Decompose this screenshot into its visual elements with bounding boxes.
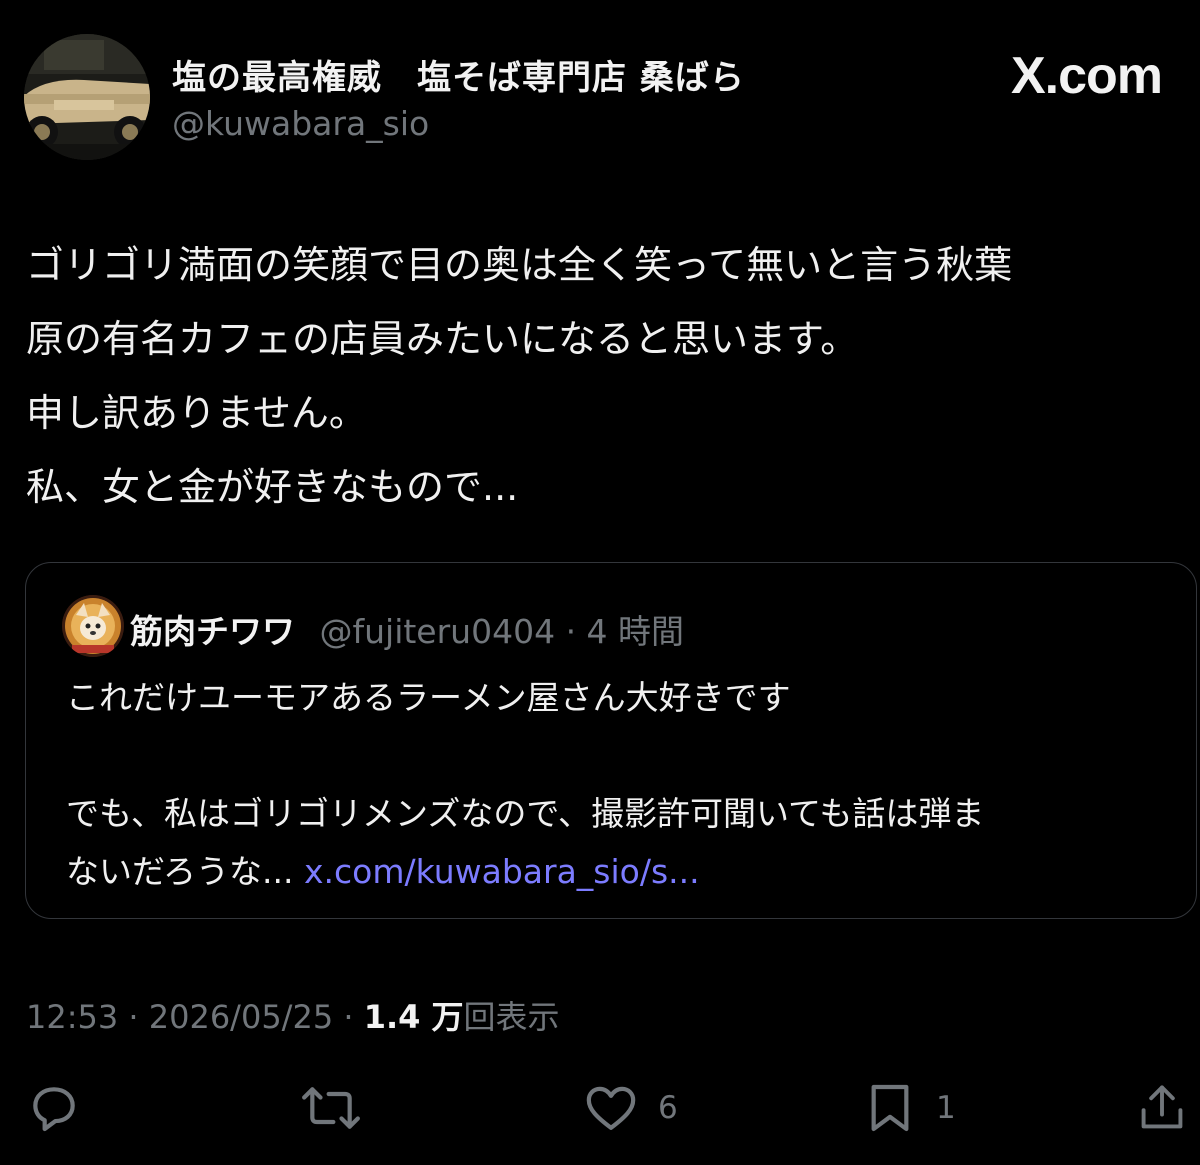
view-count: 1.4 万 xyxy=(363,998,464,1036)
author-handle[interactable]: @kuwabara_sio xyxy=(172,104,429,143)
quote-author-name[interactable]: 筋肉チワワ xyxy=(130,612,295,651)
quote-header: 筋肉チワワ @fujiteru0404 · 4 時間 xyxy=(130,605,684,653)
repost-icon xyxy=(302,1087,360,1129)
quote-text-line: でも、私はゴリゴリメンズなので、撮影許可聞いても話は弾ま xyxy=(66,794,985,833)
post-text-line: 申し訳ありません。 xyxy=(26,391,367,435)
share-icon xyxy=(1141,1085,1183,1129)
view-label: 回表示 xyxy=(463,998,560,1036)
author-display-name[interactable]: 塩の最高権威 塩そば専門店 桑ばら xyxy=(172,50,745,99)
quote-author-avatar[interactable] xyxy=(62,595,124,657)
post-time: 12:53 xyxy=(26,998,119,1036)
chihuahua-avatar-icon xyxy=(62,595,124,657)
bookmark-icon xyxy=(871,1084,909,1132)
reply-button[interactable] xyxy=(26,1078,100,1138)
post-text-line: 私、女と金が好きなもので... xyxy=(26,465,519,509)
repost-button[interactable] xyxy=(300,1078,380,1138)
post-text-line: ゴリゴリ満面の笑顔で目の奥は全く笑って無いと言う秋葉 xyxy=(26,243,1013,287)
post-meta: 12:53 · 2026/05/25 · 1.4 万回表示 xyxy=(26,992,560,1038)
like-count: 6 xyxy=(658,1090,678,1126)
heart-icon xyxy=(586,1086,636,1130)
meta-separator: · xyxy=(333,998,364,1036)
bookmark-button[interactable]: 1 xyxy=(862,1078,956,1138)
post-text: ゴリゴリ満面の笑顔で目の奥は全く笑って無いと言う秋葉 原の有名カフェの店員みたい… xyxy=(26,228,1186,524)
x-brand-logo: X.com xyxy=(1010,47,1163,105)
post-text-line: 原の有名カフェの店員みたいになると思います。 xyxy=(26,317,859,361)
quoted-post-card[interactable]: 筋肉チワワ @fujiteru0404 · 4 時間 これだけユーモアあるラーメ… xyxy=(25,562,1197,919)
post-date: 2026/05/25 xyxy=(148,998,334,1036)
action-bar: 6 1 xyxy=(0,1078,1200,1138)
quote-link[interactable]: x.com/kuwabara_sio/s... xyxy=(304,852,700,891)
like-button[interactable]: 6 xyxy=(582,1078,678,1138)
bookmark-count: 1 xyxy=(936,1090,956,1126)
vintage-car-avatar-icon xyxy=(24,34,150,160)
quote-text-line: これだけユーモアあるラーメン屋さん大好きです xyxy=(66,678,791,717)
quote-timestamp: · 4 時間 xyxy=(565,612,685,651)
author-avatar[interactable] xyxy=(24,34,150,160)
reply-icon xyxy=(33,1087,75,1132)
quote-text-line: ないだろうな... xyxy=(66,852,294,891)
share-button[interactable] xyxy=(1136,1078,1188,1138)
quote-author-handle[interactable]: @fujiteru0404 xyxy=(320,612,556,651)
meta-separator: · xyxy=(118,998,149,1036)
quote-text: これだけユーモアあるラーメン屋さん大好きです でも、私はゴリゴリメンズなので、撮… xyxy=(66,669,1176,901)
